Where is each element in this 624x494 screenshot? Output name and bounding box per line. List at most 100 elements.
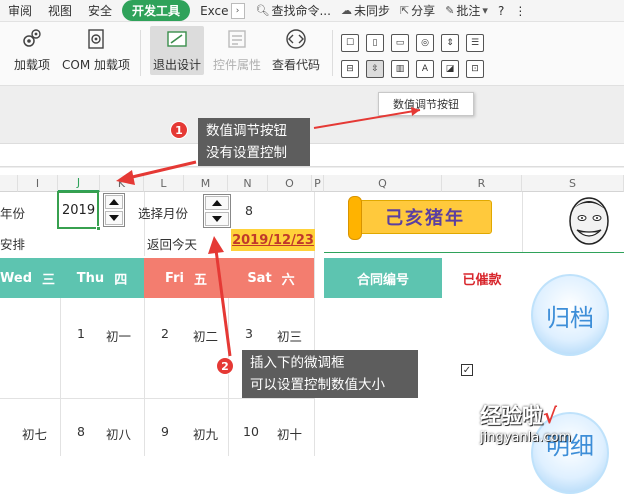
com-addins-button[interactable]: COM 加载项 (62, 28, 130, 73)
annotation-badge-2: 2 (216, 357, 234, 375)
banner-scroll (348, 196, 362, 240)
year-label: 年份 (0, 206, 26, 221)
weekday-header-fri: Fri 五 (144, 258, 228, 298)
column-header-blank[interactable] (0, 175, 18, 192)
textbox-control-icon[interactable]: A (416, 60, 434, 78)
share-icon: ⇱ (399, 4, 410, 17)
gridline (0, 398, 314, 399)
addins-button[interactable]: 加载项 (14, 28, 50, 73)
gears-icon (21, 28, 43, 50)
design-ruler-icon (166, 28, 188, 50)
year-spin-button[interactable] (103, 193, 125, 227)
gridline (228, 298, 229, 456)
year-banner: 己亥猪年 (348, 196, 494, 240)
fill-handle[interactable] (96, 226, 101, 231)
spin-up-button[interactable] (205, 196, 229, 210)
column-header-j[interactable]: J (58, 175, 100, 192)
scrollbar-control-icon[interactable]: ⇕ (441, 34, 459, 52)
more-controls-icon[interactable]: ⊡ (466, 60, 484, 78)
more-icon[interactable]: ⋮ (509, 4, 531, 18)
column-header-m[interactable]: M (184, 175, 228, 192)
weekday-header-sat: Sat 六 (228, 258, 314, 298)
groupbox-control-icon[interactable]: ▭ (391, 34, 409, 52)
chevron-down-icon: ▾ (482, 4, 488, 17)
calendar-day[interactable]: 8 (77, 424, 85, 439)
search-command[interactable]: 🔍︎ 查找命令... (251, 2, 336, 19)
watermark: 经验啦√ jingyanla.com (480, 404, 572, 445)
back-today-label[interactable]: 返回今天 (147, 234, 197, 253)
radio-control-icon[interactable]: ◎ (416, 34, 434, 52)
archive-button[interactable]: 归档 (531, 274, 609, 356)
ribbon-separator (332, 30, 333, 76)
annotation-callout-1: 数值调节按钮 没有设置控制 (198, 118, 310, 166)
calendar-day[interactable]: 3 (245, 326, 253, 341)
comment-button[interactable]: ✎ 批注 ▾ (440, 2, 493, 19)
share-button[interactable]: ⇱ 分享 (395, 2, 440, 19)
annotation-badge-1: 1 (170, 121, 188, 139)
month-value: 8 (245, 203, 253, 218)
calendar-day[interactable]: 9 (161, 424, 169, 439)
banner-text: 己亥猪年 (358, 200, 492, 234)
column-header-o[interactable]: O (268, 175, 312, 192)
meme-face-image (569, 197, 609, 245)
month-spin-button[interactable] (203, 194, 231, 228)
calendar-day[interactable]: 10 (243, 424, 259, 439)
column-header-p[interactable]: P (312, 175, 324, 192)
calendar-lunar: 初二 (193, 329, 219, 344)
gridline (144, 192, 145, 256)
view-code-button[interactable]: 查看代码 (272, 28, 320, 73)
exit-design-button[interactable]: 退出设计 (150, 26, 205, 75)
gridline (60, 298, 61, 456)
menu-review[interactable]: 审阅 (0, 2, 40, 19)
properties-icon (226, 28, 248, 50)
spin-down-button[interactable] (105, 211, 123, 225)
formula-bar[interactable] (0, 143, 624, 167)
checkbox-control-icon[interactable]: ☐ (341, 34, 359, 52)
menu-scroll-right-button[interactable]: › (230, 2, 245, 19)
help-button[interactable]: ? (493, 4, 509, 18)
spin-button-control-icon[interactable]: ⇳ (366, 60, 384, 78)
control-properties-button[interactable]: 控件属性 (213, 28, 261, 73)
column-header-k[interactable]: K (100, 175, 144, 192)
sync-status[interactable]: ☁ 未同步 (336, 2, 395, 19)
comment-icon: ✎ (445, 4, 455, 17)
ribbon: 加载项 COM 加载项 退出设计 控件属性 查看代码 ☐ ▯ ▭ ◎ ⇕ ☰ ⊟… (0, 22, 624, 86)
listbox-control-icon[interactable]: ☰ (466, 34, 484, 52)
com-gear-icon (85, 28, 107, 50)
collected-checkbox[interactable]: ✓ (461, 364, 473, 376)
menu-security[interactable]: 安全 (80, 2, 120, 19)
search-icon: 🔍︎ (255, 4, 270, 17)
calendar-lunar: 初八 (106, 427, 132, 442)
menu-developer-tools[interactable]: 开发工具 (122, 0, 191, 21)
column-header-r[interactable]: R (442, 175, 522, 192)
spin-up-button[interactable] (105, 195, 123, 209)
combobox-control-icon[interactable]: ⊟ (341, 60, 359, 78)
calendar-lunar: 初三 (277, 329, 303, 344)
green-divider (324, 252, 624, 253)
column-header-n[interactable]: N (228, 175, 268, 192)
calendar-day[interactable]: 1 (77, 326, 85, 341)
weekday-header-wed: Wed 三 (0, 258, 60, 298)
annotation-callout-2: 插入下的微调框 可以设置控制数值大小 (242, 350, 418, 398)
cloud-icon: ☁ (340, 4, 352, 17)
collected-header: 已催款 (442, 258, 522, 298)
contract-no-header: 合同编号 (324, 258, 442, 298)
label-control-icon[interactable]: ▯ (366, 34, 384, 52)
year-cell[interactable]: 2019 (57, 191, 99, 229)
image-control-icon[interactable]: ◪ (441, 60, 459, 78)
toggle-control-icon[interactable]: ▥ (391, 60, 409, 78)
spin-down-button[interactable] (205, 212, 229, 226)
column-header-l[interactable]: L (144, 175, 184, 192)
gridline (144, 298, 145, 456)
menu-view[interactable]: 视图 (40, 2, 80, 19)
calendar-day[interactable]: 2 (161, 326, 169, 341)
today-date-cell[interactable]: 2019/12/23 (231, 229, 315, 251)
calendar-lunar: 初十 (277, 427, 303, 442)
column-header-i[interactable]: I (18, 175, 58, 192)
month-label: 选择月份 (138, 206, 189, 221)
code-icon (285, 28, 307, 50)
column-header-s[interactable]: S (522, 175, 624, 192)
column-header-q[interactable]: Q (324, 175, 442, 192)
gridline (522, 192, 523, 252)
menu-excel[interactable]: Exce (192, 4, 230, 18)
